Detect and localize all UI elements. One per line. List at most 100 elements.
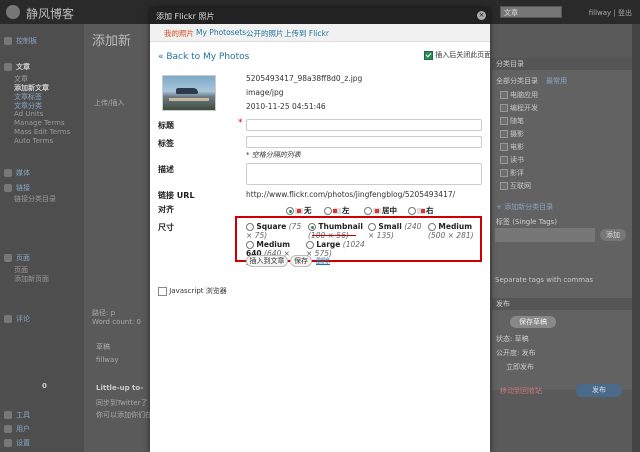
size-medium-option[interactable]: Medium (500 × 281) [428, 222, 480, 240]
file-date: 2010-11-25 04:51:46 [246, 102, 326, 111]
align-center-radio[interactable] [364, 207, 372, 215]
description-textarea[interactable] [246, 163, 482, 185]
align-none-option[interactable]: 无 [286, 205, 312, 216]
insert-into-post-button[interactable]: 插入到文章 [246, 255, 288, 267]
tab-public-photos[interactable]: 公开的照片 [246, 28, 284, 39]
tags-hint: Separate tags with commas [495, 276, 594, 284]
size-medium-dims: (500 × 281) [428, 231, 474, 240]
publish-immediately: 立即发布 [506, 363, 534, 371]
size-small-option[interactable]: Small (240 × 135) [368, 222, 424, 240]
title-input[interactable] [246, 119, 482, 131]
site-title: 静风博客 [26, 7, 75, 21]
tags-input[interactable] [246, 136, 482, 148]
author-select: fillway [96, 356, 119, 364]
upload-insert-label: 上传/插入 [94, 99, 125, 107]
sync-twitter: 同步到Twitter了 [96, 399, 148, 407]
dialog-tabs: 我的照片 My Photosets 公开的照片 上传到 Flickr [150, 24, 490, 42]
size-thumbnail-name: Thumbnail [318, 222, 363, 231]
users-icon [4, 425, 12, 433]
page-heading: 添加新 [92, 34, 132, 49]
align-center-option[interactable]: 居中 [364, 205, 397, 216]
size-medium-name: Medium [438, 222, 473, 231]
page-scrollbar[interactable] [632, 24, 640, 452]
sidebar-item-media: 媒体 [16, 169, 30, 177]
close-after-insert-checkbox[interactable] [424, 50, 433, 60]
sidebar-item-mass-edit: Mass Edit Terms [14, 128, 71, 136]
category-checkbox [500, 104, 508, 112]
align-right-option[interactable]: 右 [408, 205, 434, 216]
category-label: 读书 [510, 156, 524, 164]
sidebar-item-ad-units: Ad Units [14, 110, 44, 118]
sync-note: 你可以添加你们在 [96, 411, 152, 419]
add-tag-button: 添加 [600, 229, 626, 241]
size-small-radio[interactable] [368, 223, 376, 231]
size-thumbnail-radio[interactable] [308, 223, 316, 231]
draft-box-title: 草稿 [96, 343, 110, 351]
tab-my-photos[interactable]: 我的照片 [164, 28, 194, 39]
size-medium-radio[interactable] [428, 223, 436, 231]
dialog-content: « Back to My Photos 插入后关闭此页面 5205493417_… [150, 42, 490, 452]
comments-icon [4, 315, 12, 323]
category-label: 互联网 [510, 182, 531, 190]
add-category-link: + 添加新分类目录 [496, 203, 554, 211]
align-none-label: 无 [304, 206, 312, 215]
size-large-radio[interactable] [306, 241, 314, 249]
sidebar-item-auto-terms: Auto Terms [14, 137, 54, 145]
sidebar-item-add-page: 添加新页面 [14, 275, 49, 283]
tab-upload-to-flickr[interactable]: 上传到 Flickr [284, 28, 329, 39]
category-checkbox [500, 130, 508, 138]
link-url-value: http://www.flickr.com/photos/jingfengblo… [246, 190, 456, 199]
size-square-name: Square [256, 222, 287, 231]
categories-box-head: 分类目录 [492, 58, 632, 70]
save-button[interactable]: 保存 [290, 255, 312, 267]
links-icon [4, 184, 12, 192]
publish-box-head: 发布 [492, 298, 632, 310]
size-small-name: Small [378, 222, 402, 231]
close-after-insert-option[interactable]: 插入后关闭此页面 [424, 50, 490, 60]
sidebar-item-users: 用户 [16, 425, 30, 433]
category-label: 编程开发 [510, 104, 538, 112]
flickr-photo-dialog: 添加 Flickr 照片 × 我的照片 My Photosets 公开的照片 上… [150, 8, 490, 452]
align-none-radio[interactable] [286, 207, 294, 215]
category-checkbox [500, 156, 508, 164]
tags-box-head: 标签 (Single Tags) [496, 218, 557, 226]
category-checkbox [500, 143, 508, 151]
close-icon[interactable]: × [477, 11, 486, 20]
dialog-titlebar: 添加 Flickr 照片 × [150, 8, 490, 24]
pages-icon [4, 254, 12, 262]
alignment-label: 对齐 [158, 205, 174, 214]
tab-my-photosets[interactable]: My Photosets [196, 28, 246, 37]
sidebar-item-posts-head: 文章 [16, 63, 30, 71]
tags-hint: * 空格分隔的列表 [246, 151, 301, 159]
category-label: 摄影 [510, 130, 524, 138]
sidebar-item-tools: 工具 [16, 411, 30, 419]
javascript-browser-checkbox[interactable] [158, 286, 167, 296]
align-right-radio[interactable] [408, 207, 416, 215]
align-left-radio[interactable] [324, 207, 332, 215]
sidebar-item-links: 链接 [16, 184, 30, 192]
sidebar-item-pages: 页面 [16, 254, 30, 262]
delete-link[interactable]: 删除 [316, 256, 330, 266]
category-checkbox [500, 117, 508, 125]
posts-icon [4, 63, 12, 71]
size-square-option[interactable]: Square (75 × 75) [246, 222, 308, 240]
category-label: 影评 [510, 169, 524, 177]
description-label: 描述 [158, 165, 174, 174]
javascript-browser-option[interactable]: Javascript 浏览器 [158, 286, 227, 296]
size-label: 尺寸 [158, 223, 174, 232]
link-url-label: 链接 URL [158, 191, 195, 200]
user-info: fillway | 登出 [588, 9, 632, 17]
align-left-option[interactable]: 左 [324, 205, 350, 216]
category-label: 电脑应用 [510, 91, 538, 99]
back-to-my-photos-link[interactable]: « Back to My Photos [158, 52, 249, 62]
align-center-icon [373, 208, 381, 214]
most-used-tab: 最常用 [546, 77, 567, 85]
sidebar-item-manage-terms: Manage Terms [14, 119, 65, 127]
size-square-radio[interactable] [246, 223, 254, 231]
media-icon [4, 169, 12, 177]
size-thumbnail-option[interactable]: Thumbnail (100 × 56) [308, 222, 366, 240]
align-right-label: 右 [426, 206, 434, 215]
size-medium-640-radio[interactable] [246, 241, 254, 249]
thumbnail-underline-annotation [312, 235, 356, 236]
align-left-icon [333, 208, 341, 214]
